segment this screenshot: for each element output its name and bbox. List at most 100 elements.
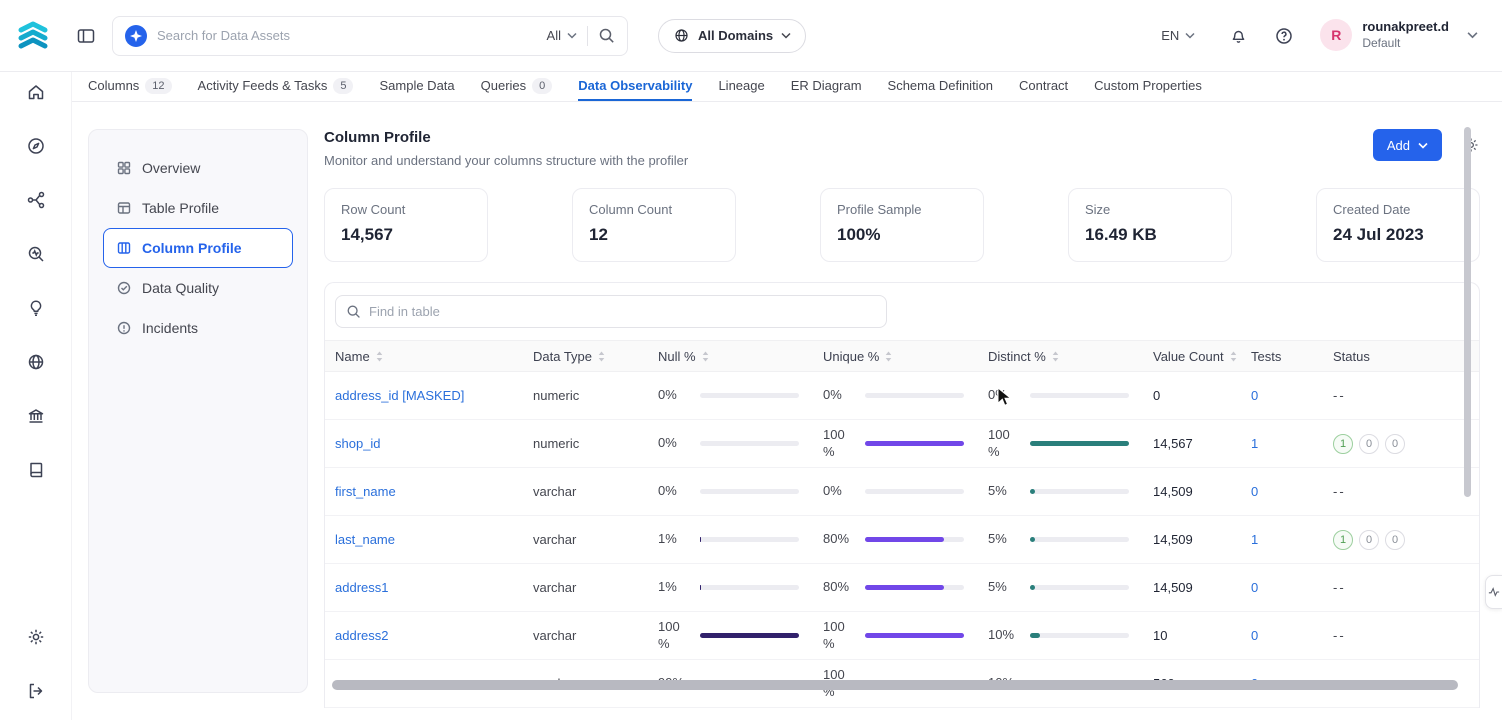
- value-count-cell: 14,509: [1145, 484, 1243, 499]
- value-count-cell: 14,567: [1145, 436, 1243, 451]
- column-name-link[interactable]: last_name: [335, 532, 395, 547]
- tests-link[interactable]: 1: [1251, 532, 1258, 547]
- language-dropdown[interactable]: EN: [1161, 28, 1195, 43]
- tab-sample-data[interactable]: Sample Data: [379, 72, 454, 101]
- chevron-down-icon: [1185, 32, 1195, 39]
- tests-link[interactable]: 0: [1251, 388, 1258, 403]
- chevron-down-icon: [1418, 142, 1428, 149]
- search-icon[interactable]: [598, 27, 615, 44]
- status-cell: 100: [1325, 530, 1479, 550]
- govern-bank-icon[interactable]: [26, 406, 46, 426]
- column-name-link[interactable]: address1: [335, 580, 388, 595]
- sidebar-toggle-icon[interactable]: [76, 26, 96, 46]
- null-progress-bar: [700, 537, 799, 542]
- nav-item-table-profile[interactable]: Table Profile: [103, 188, 293, 228]
- tests-link[interactable]: 0: [1251, 580, 1258, 595]
- search-icon: [346, 304, 361, 319]
- profile-nav-panel: Overview Table Profile Column Profile Da…: [88, 129, 308, 693]
- tab-custom-properties[interactable]: Custom Properties: [1094, 72, 1202, 101]
- check-circle-icon: [116, 280, 132, 296]
- search-scope-dropdown[interactable]: All: [547, 28, 577, 43]
- status-failed-badge[interactable]: 0: [1385, 530, 1405, 550]
- tests-link[interactable]: 0: [1251, 484, 1258, 499]
- tab-activity-feeds[interactable]: Activity Feeds & Tasks5: [198, 72, 354, 101]
- tab-contract[interactable]: Contract: [1019, 72, 1068, 101]
- distinct-percent-cell: 10%: [980, 627, 1145, 644]
- tab-count-badge: 0: [532, 78, 552, 94]
- tab-data-observability[interactable]: Data Observability: [578, 72, 692, 101]
- col-header-unique[interactable]: Unique %: [815, 349, 980, 364]
- find-in-table: [335, 295, 887, 328]
- topbar: All All Domains EN: [0, 0, 1502, 72]
- unique-percent-cell: 100 %: [815, 619, 980, 653]
- settings-gear-icon[interactable]: [26, 627, 46, 647]
- user-menu[interactable]: R rounakpreet.d Default: [1320, 19, 1478, 51]
- right-panel-expander[interactable]: [1485, 575, 1502, 609]
- nav-item-incidents[interactable]: Incidents: [103, 308, 293, 348]
- col-header-value-count[interactable]: Value Count: [1145, 349, 1243, 364]
- status-aborted-badge[interactable]: 0: [1359, 434, 1379, 454]
- columns-table: Name Data Type Null % Unique % Distinct …: [324, 282, 1480, 708]
- domains-globe-icon[interactable]: [26, 352, 46, 372]
- unique-percent-cell: 0%: [815, 483, 980, 500]
- page-title: Column Profile: [324, 129, 688, 146]
- col-header-name[interactable]: Name: [325, 349, 525, 364]
- tab-lineage[interactable]: Lineage: [718, 72, 764, 101]
- insights-icon[interactable]: [26, 298, 46, 318]
- column-name-link[interactable]: shop_id: [335, 436, 381, 451]
- status-success-badge[interactable]: 1: [1333, 530, 1353, 550]
- page-subtitle: Monitor and understand your columns stru…: [324, 153, 688, 168]
- col-header-tests: Tests: [1243, 349, 1325, 364]
- col-header-null[interactable]: Null %: [650, 349, 815, 364]
- null-percent-cell: 0%: [650, 435, 815, 452]
- add-button[interactable]: Add: [1373, 129, 1442, 161]
- tab-schema-definition[interactable]: Schema Definition: [888, 72, 994, 101]
- sort-icon: [598, 351, 605, 362]
- domains-dropdown[interactable]: All Domains: [658, 19, 806, 53]
- global-search: All: [112, 16, 628, 56]
- tests-link[interactable]: 1: [1251, 436, 1258, 451]
- table-row: first_name varchar 0% 0% 5% 14,509 0 --: [325, 468, 1479, 516]
- pulse-icon: [1488, 586, 1500, 598]
- tests-link[interactable]: 0: [1251, 628, 1258, 643]
- tab-count-badge: 5: [333, 78, 353, 94]
- col-header-distinct[interactable]: Distinct %: [980, 349, 1145, 364]
- alert-circle-icon: [116, 320, 132, 336]
- table-row: address_id [MASKED] numeric 0% 0% 0% 0 0…: [325, 372, 1479, 420]
- home-icon[interactable]: [26, 82, 46, 102]
- logout-icon[interactable]: [26, 681, 46, 701]
- find-in-table-input[interactable]: [369, 304, 876, 319]
- nav-item-data-quality[interactable]: Data Quality: [103, 268, 293, 308]
- status-aborted-badge[interactable]: 0: [1359, 530, 1379, 550]
- observability-icon[interactable]: [26, 244, 46, 264]
- distinct-progress-bar: [1030, 441, 1129, 446]
- nav-item-column-profile[interactable]: Column Profile: [103, 228, 293, 268]
- nav-item-overview[interactable]: Overview: [103, 148, 293, 188]
- help-icon[interactable]: [1274, 26, 1294, 46]
- tab-queries[interactable]: Queries0: [481, 72, 553, 101]
- horizontal-scrollbar[interactable]: [332, 680, 1458, 690]
- unique-progress-bar: [865, 537, 964, 542]
- explore-icon[interactable]: [26, 136, 46, 156]
- notifications-bell-icon[interactable]: [1229, 26, 1248, 45]
- stat-row-count: Row Count 14,567: [324, 188, 488, 262]
- distinct-percent-cell: 0%: [980, 387, 1145, 404]
- vertical-scrollbar[interactable]: [1464, 127, 1471, 497]
- app-logo-icon[interactable]: [16, 19, 50, 53]
- search-assist-icon[interactable]: [125, 25, 147, 47]
- chevron-down-icon: [567, 32, 577, 39]
- tab-er-diagram[interactable]: ER Diagram: [791, 72, 862, 101]
- column-name-link[interactable]: address_id [MASKED]: [335, 388, 464, 403]
- column-name-link[interactable]: first_name: [335, 484, 396, 499]
- column-name-link[interactable]: address2: [335, 628, 388, 643]
- col-header-data-type[interactable]: Data Type: [525, 349, 650, 364]
- distinct-percent-cell: 5%: [980, 579, 1145, 596]
- lineage-graph-icon[interactable]: [26, 190, 46, 210]
- status-success-badge[interactable]: 1: [1333, 434, 1353, 454]
- tab-columns[interactable]: Columns12: [88, 72, 172, 101]
- glossary-book-icon[interactable]: [26, 460, 46, 480]
- null-progress-bar: [700, 393, 799, 398]
- stat-created-date: Created Date 24 Jul 2023: [1316, 188, 1480, 262]
- global-search-input[interactable]: [157, 28, 537, 43]
- status-failed-badge[interactable]: 0: [1385, 434, 1405, 454]
